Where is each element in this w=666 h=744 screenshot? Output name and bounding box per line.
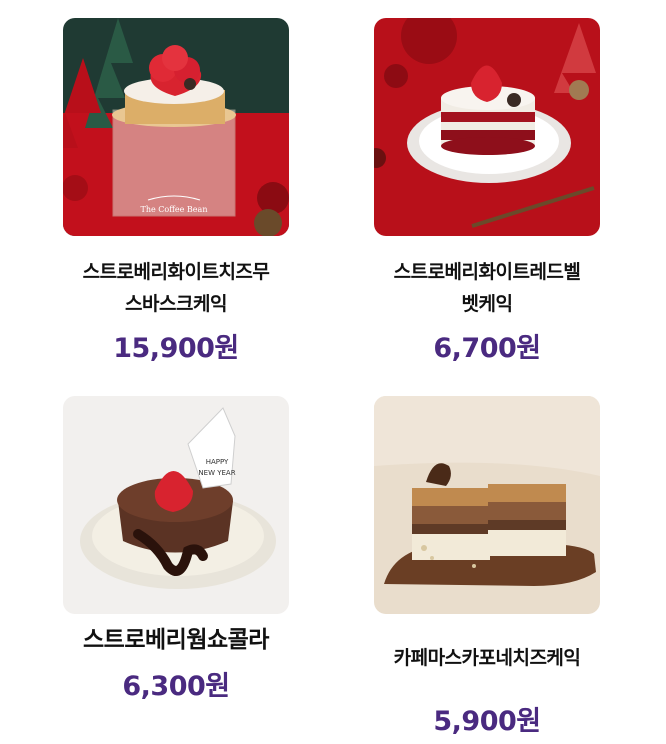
product-name[interactable]: 스트로베리화이트치즈무 스바스크케익	[43, 256, 309, 320]
product-name-line-2: 스바스크케익	[125, 293, 227, 315]
product-price: 15,900원	[113, 333, 239, 364]
product-image[interactable]: The Coffee Bean	[63, 18, 289, 236]
product-image[interactable]	[374, 396, 600, 614]
box-brand-label: The Coffee Bean	[141, 205, 208, 214]
product-price: 6,700원	[433, 333, 541, 364]
product-image[interactable]	[374, 18, 600, 236]
topper-text-1: HAPPY	[206, 458, 229, 466]
product-name[interactable]: 스트로베리웜쇼콜라	[43, 624, 309, 656]
product-name[interactable]: 스트로베리화이트레드벨 벳케익	[354, 256, 620, 320]
product-price: 5,900원	[433, 706, 541, 737]
product-price: 6,300원	[122, 671, 230, 702]
product-name-line-2: 벳케익	[461, 293, 513, 315]
product-image[interactable]: HAPPY NEW YEAR	[63, 396, 289, 614]
product-name-line-1: 스트로베리화이트치즈무	[82, 261, 270, 283]
product-name[interactable]: 카페마스카포네치즈케익	[354, 642, 620, 674]
topper-text-2: NEW YEAR	[198, 469, 235, 477]
product-name-line-1: 스트로베리화이트레드벨	[393, 261, 581, 283]
